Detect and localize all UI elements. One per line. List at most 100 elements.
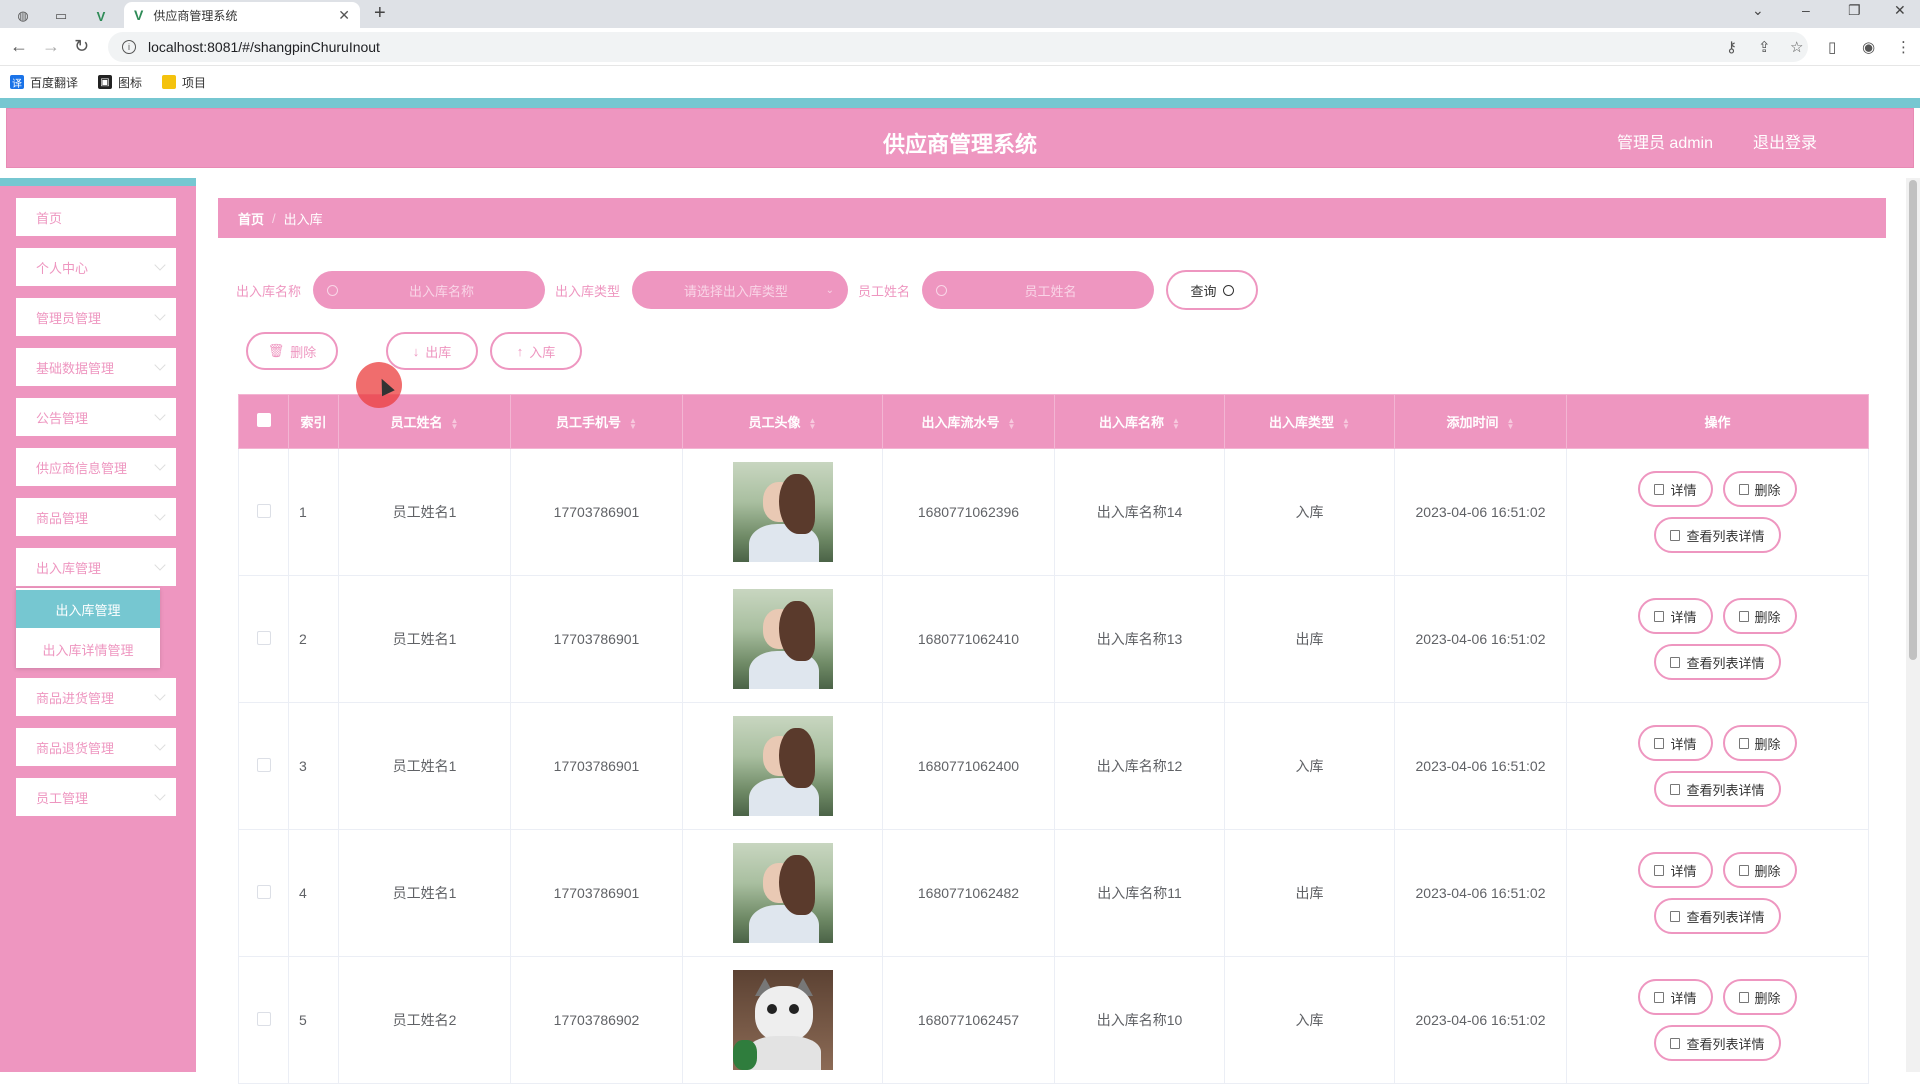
delete-button[interactable]: 删除 — [1722, 852, 1797, 888]
stock-out-button[interactable]: ↓ 出库 — [386, 332, 478, 370]
detail-button[interactable]: 详情 — [1638, 598, 1713, 634]
row-operations: 详情 删除查看列表详情 — [1566, 829, 1869, 957]
sort-icon[interactable]: ▲ ▼ — [451, 416, 459, 430]
row-avatar-cell — [682, 829, 883, 957]
sidepanel-icon[interactable]: ▯ — [1828, 38, 1836, 56]
col-inout-name[interactable]: 出入库名称 ▲ ▼ — [1054, 394, 1225, 449]
sort-icon[interactable]: ▲ ▼ — [1008, 416, 1016, 430]
delete-button[interactable]: 删除 — [1722, 979, 1797, 1015]
list-detail-button[interactable]: 查看列表详情 — [1654, 517, 1781, 553]
site-info-icon[interactable]: i — [122, 40, 136, 54]
row-inout-type: 出库 — [1224, 829, 1395, 957]
globe-icon[interactable]: ◍ — [8, 4, 38, 28]
new-tab-icon[interactable]: + — [374, 2, 386, 25]
back-icon[interactable]: ← — [10, 36, 28, 57]
minimize-icon[interactable]: – — [1802, 2, 1810, 18]
table-row: 3 员工姓名1 17703786901 1680771062400 出入库名称12 入库 2… — [238, 702, 1869, 830]
bookmark-project[interactable]: 项目 — [162, 74, 206, 91]
arrow-up-icon: ↑ — [516, 343, 524, 359]
detail-button[interactable]: 详情 — [1638, 979, 1713, 1015]
blank-tab-icon[interactable]: ▭ — [46, 4, 76, 28]
profile-icon[interactable]: ◉ — [1862, 38, 1875, 56]
sort-icon[interactable]: ▲ ▼ — [1172, 416, 1180, 430]
breadcrumb-home[interactable]: 首页 — [238, 209, 264, 228]
sidebar-item-label: 出入库管理 — [36, 560, 102, 576]
sidebar-item-inout[interactable]: 出入库管理 — [16, 548, 176, 586]
sidebar-item-home[interactable]: 首页 — [16, 198, 176, 236]
detail-button[interactable]: 详情 — [1638, 852, 1713, 888]
sort-icon[interactable]: ▲ ▼ — [809, 416, 817, 430]
sort-icon[interactable]: ▲ ▼ — [629, 416, 637, 430]
scrollbar-thumb[interactable] — [1909, 180, 1917, 660]
forward-icon[interactable]: → — [42, 36, 60, 57]
type-placeholder: 请选择出入库类型 — [683, 283, 788, 299]
select-all-checkbox[interactable] — [256, 413, 271, 427]
restore-icon[interactable]: ❐ — [1848, 2, 1861, 19]
document-icon — [1670, 656, 1681, 668]
reload-icon[interactable]: ↻ — [74, 36, 89, 57]
delete-button[interactable]: 删除 — [1722, 598, 1797, 634]
delete-button[interactable]: 删除 — [1722, 725, 1797, 761]
sidebar-item-goods[interactable]: 商品管理 — [16, 498, 176, 536]
row-select-cell — [238, 702, 289, 830]
row-checkbox[interactable] — [256, 630, 271, 645]
list-detail-button[interactable]: 查看列表详情 — [1654, 1025, 1781, 1061]
row-select-cell — [238, 956, 289, 1084]
list-detail-button[interactable]: 查看列表详情 — [1654, 898, 1781, 934]
detail-button[interactable]: 详情 — [1638, 471, 1713, 507]
sidebar-item-return[interactable]: 商品退货管理 — [16, 728, 176, 766]
logout-link[interactable]: 退出登录 — [1753, 129, 1817, 153]
submenu-item-inout-manage[interactable]: 出入库管理 — [16, 590, 160, 628]
sidebar-item-supplier[interactable]: 供应商信息管理 — [16, 448, 176, 486]
batch-delete-button[interactable]: 🗑 删除 — [246, 332, 338, 370]
stock-in-button[interactable]: ↑ 入库 — [490, 332, 582, 370]
menu-dots-icon[interactable]: ⋮ — [1896, 38, 1911, 56]
avatar-image[interactable] — [732, 716, 833, 816]
col-inout-type[interactable]: 出入库类型 ▲ ▼ — [1224, 394, 1395, 449]
sidebar-item-staff[interactable]: 员工管理 — [16, 778, 176, 816]
vue-tab-icon[interactable]: V — [86, 4, 116, 28]
sort-icon[interactable]: ▲ ▼ — [1342, 416, 1350, 430]
sidebar-item-notice[interactable]: 公告管理 — [16, 398, 176, 436]
row-checkbox[interactable] — [256, 503, 271, 518]
col-staff-avatar[interactable]: 员工头像 ▲ ▼ — [682, 394, 883, 449]
document-icon — [1654, 991, 1665, 1003]
sidebar-item-profile[interactable]: 个人中心 — [16, 248, 176, 286]
row-checkbox[interactable] — [256, 757, 271, 772]
key-icon[interactable]: ⚷ — [1726, 38, 1737, 56]
row-checkbox[interactable] — [256, 884, 271, 899]
delete-button[interactable]: 删除 — [1722, 471, 1797, 507]
col-add-time[interactable]: 添加时间 ▲ ▼ — [1394, 394, 1567, 449]
staff-search-input[interactable]: 员工姓名 — [922, 271, 1155, 309]
tab-search-icon[interactable]: ⌄ — [1752, 2, 1764, 19]
type-select[interactable]: 请选择出入库类型 ⌄ — [632, 271, 849, 309]
submenu-item-inout-detail[interactable]: 出入库详情管理 — [16, 630, 160, 668]
active-browser-tab[interactable]: V 供应商管理系统 ✕ — [124, 2, 360, 28]
window-close-icon[interactable]: ✕ — [1894, 2, 1906, 19]
avatar-image[interactable] — [732, 589, 833, 689]
bookmark-icons[interactable]: ▣ 图标 — [98, 74, 142, 91]
page-scrollbar[interactable] — [1906, 178, 1920, 1072]
name-search-input[interactable]: 出入库名称 — [313, 271, 546, 309]
sidebar-item-admin[interactable]: 管理员管理 — [16, 298, 176, 336]
row-index: 1 — [288, 448, 339, 576]
list-detail-button[interactable]: 查看列表详情 — [1654, 644, 1781, 680]
bookmark-baidu-translate[interactable]: 译 百度翻译 — [10, 74, 78, 91]
col-staff-phone[interactable]: 员工手机号 ▲ ▼ — [510, 394, 683, 449]
avatar-image[interactable] — [732, 462, 833, 562]
chevron-down-icon — [154, 509, 166, 521]
row-checkbox[interactable] — [256, 1011, 271, 1026]
sidebar-item-purchase[interactable]: 商品进货管理 — [16, 678, 176, 716]
list-detail-button[interactable]: 查看列表详情 — [1654, 771, 1781, 807]
sort-icon[interactable]: ▲ ▼ — [1507, 416, 1515, 430]
detail-button[interactable]: 详情 — [1638, 725, 1713, 761]
sidebar-item-basic-data[interactable]: 基础数据管理 — [16, 348, 176, 386]
close-tab-icon[interactable]: ✕ — [338, 7, 350, 24]
avatar-image[interactable] — [732, 843, 833, 943]
star-icon[interactable]: ☆ — [1790, 38, 1803, 56]
avatar-image[interactable] — [732, 970, 833, 1070]
url-field[interactable]: i localhost:8081/#/shangpinChuruInout — [108, 32, 1808, 62]
query-button[interactable]: 查询 — [1166, 270, 1259, 310]
col-serial[interactable]: 出入库流水号 ▲ ▼ — [882, 394, 1055, 449]
share-icon[interactable]: ⇪ — [1758, 38, 1771, 56]
